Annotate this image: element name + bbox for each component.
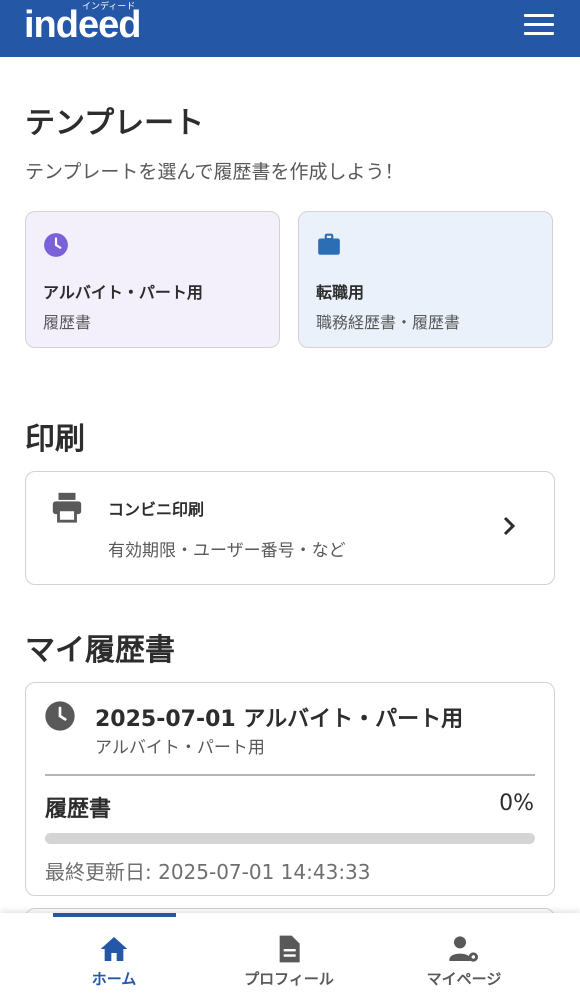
logo-kana: インディード [82, 2, 136, 12]
last-updated: 最終更新日: 2025-07-01 14:43:33 [45, 860, 371, 884]
template-card-subtitle: 履歴書 [43, 313, 92, 332]
nav-label: ホーム [91, 970, 137, 988]
progress-bar [45, 833, 535, 844]
app-header: indeed インディード [0, 0, 580, 57]
template-card-parttime[interactable]: アルバイト・パート用 履歴書 [25, 211, 280, 348]
template-card-subtitle: 職務経歴書・履歴書 [316, 313, 461, 332]
clock-icon [44, 233, 68, 257]
progress-percent: 0% [499, 791, 534, 816]
clock-icon [45, 701, 75, 731]
bottom-nav: ホーム プロフィール マイページ [0, 913, 580, 1000]
resume-subtitle: アルバイト・パート用 [95, 738, 265, 758]
template-card-title: アルバイト・パート用 [43, 283, 203, 302]
print-item-subtitle: 有効期限・ユーザー番号・など [108, 541, 346, 561]
nav-label: マイページ [426, 970, 502, 988]
resume-title: 2025-07-01 アルバイト・パート用 [95, 707, 464, 732]
nav-profile[interactable]: プロフィール [204, 913, 374, 1000]
nav-label: プロフィール [244, 970, 334, 988]
my-resumes-heading: マイ履歴書 [25, 633, 175, 668]
home-icon [100, 937, 128, 961]
template-card-career-change[interactable]: 転職用 職務経歴書・履歴書 [298, 211, 553, 348]
nav-home[interactable]: ホーム [29, 913, 199, 1000]
print-heading: 印刷 [25, 422, 85, 457]
document-icon [279, 935, 300, 963]
templates-heading: テンプレート [25, 106, 205, 141]
divider [45, 774, 535, 776]
templates-description: テンプレートを選んで履歴書を作成しよう！ [25, 161, 404, 183]
nav-mypage[interactable]: マイページ [379, 913, 549, 1000]
resume-card[interactable]: 2025-07-01 アルバイト・パート用 アルバイト・パート用 履歴書 0% … [25, 682, 555, 896]
template-card-title: 転職用 [316, 283, 365, 302]
hamburger-menu-icon[interactable] [524, 14, 554, 42]
resume-doc-label: 履歴書 [45, 797, 112, 822]
printer-icon [52, 492, 82, 523]
chevron-right-icon [503, 516, 516, 536]
print-item-title: コンビニ印刷 [108, 500, 205, 519]
briefcase-icon [318, 233, 340, 255]
convenience-store-print-item[interactable]: コンビニ印刷 有効期限・ユーザー番号・など [25, 471, 555, 585]
user-settings-icon [449, 936, 478, 962]
